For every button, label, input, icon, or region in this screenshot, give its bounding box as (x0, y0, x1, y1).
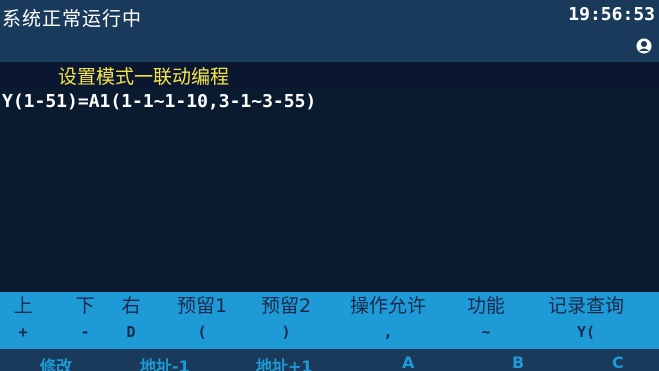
softkey-down[interactable]: 下 - (70, 292, 100, 349)
softkey-label: 右 (121, 295, 141, 317)
softkey-label: 预留2 (260, 295, 312, 317)
softkey-char: ( (197, 323, 207, 341)
softkey-reserved-1[interactable]: 预留1 ( (168, 292, 236, 349)
softkey-right[interactable]: 右 D (116, 292, 146, 349)
program-editor[interactable]: Y(1-51)=A1(1-1~1-10,3-1~3-55) (0, 88, 659, 292)
fkey-c[interactable]: C (612, 353, 624, 371)
softkey-char: + (18, 323, 28, 341)
softkey-label: 功能 (466, 295, 505, 317)
fkey-address-minus[interactable]: 地址-1 (140, 353, 190, 371)
softkey-record-query[interactable]: 记录查询 Y( (536, 292, 636, 349)
softkey-label: 记录查询 (547, 295, 624, 317)
softkey-label: 预留1 (176, 295, 228, 317)
softkey-char: - (80, 323, 90, 341)
softkey-function[interactable]: 功能 ~ (458, 292, 514, 349)
softkey-char: ) (281, 323, 291, 341)
system-status-text: 系统正常运行中 (2, 8, 143, 30)
fkey-a[interactable]: A (402, 353, 414, 371)
softkey-bar: 上 + 下 - 右 D 预留1 ( 预留2 ) 操作允许 , 功能 ~ 记录查询… (0, 292, 659, 349)
program-line[interactable]: Y(1-51)=A1(1-1~1-10,3-1~3-55) (2, 91, 316, 112)
function-key-bar: 修改 地址-1 地址+1 A B C (0, 349, 659, 371)
softkey-up[interactable]: 上 + (8, 292, 38, 349)
mode-title: 设置模式一联动编程 (58, 66, 230, 88)
softkey-operation-allow[interactable]: 操作允许 , (340, 292, 436, 349)
softkey-label: 上 (13, 295, 33, 317)
clock: 19:56:53 (568, 4, 655, 25)
softkey-char: , (383, 323, 393, 341)
softkey-char: Y( (576, 323, 596, 341)
fkey-b[interactable]: B (512, 353, 524, 371)
fkey-modify[interactable]: 修改 (40, 353, 72, 371)
mode-title-row: 设置模式一联动编程 (0, 62, 659, 88)
user-icon (636, 38, 652, 54)
softkey-reserved-2[interactable]: 预留2 ) (252, 292, 320, 349)
fkey-address-plus[interactable]: 地址+1 (256, 353, 313, 371)
softkey-char: D (126, 323, 136, 341)
softkey-label: 操作允许 (349, 295, 426, 317)
softkey-char: ~ (481, 323, 491, 341)
status-bar: 系统正常运行中 19:56:53 (0, 0, 659, 62)
softkey-label: 下 (75, 295, 95, 317)
